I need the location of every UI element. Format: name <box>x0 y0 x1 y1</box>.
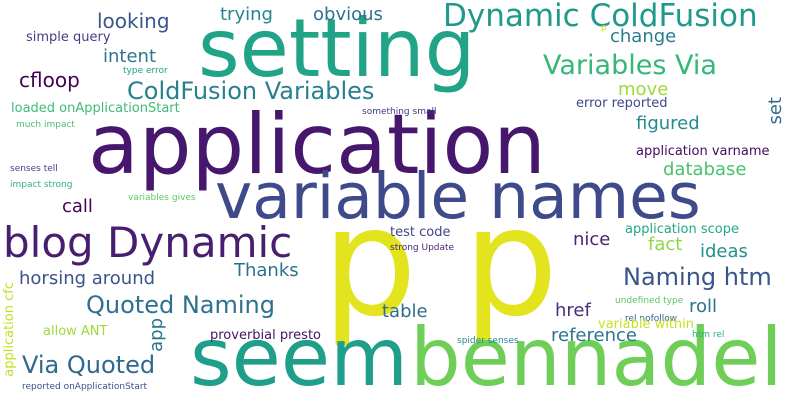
word-cloud: p p application seem bennadel setting va… <box>0 0 800 400</box>
word-href: href <box>555 300 591 321</box>
word-set: set <box>765 97 786 125</box>
word-type-error: type error <box>123 66 168 76</box>
word-error-reported: error reported <box>576 96 668 111</box>
word-via-quoted: Via Quoted <box>22 351 156 379</box>
word-senses-tell: senses tell <box>10 164 58 174</box>
word-reported-onapplicationstart: reported onApplicationStart <box>22 382 148 392</box>
word-change: change <box>610 26 677 47</box>
word-ideas: ideas <box>700 241 748 262</box>
word-intent: intent <box>103 46 157 67</box>
word-blog-dynamic: blog Dynamic <box>3 218 293 267</box>
word-loaded-onapplicationstart: loaded onApplicationStart <box>11 101 180 116</box>
word-proverbial-presto: proverbial presto <box>210 328 322 343</box>
word-roll: roll <box>689 296 718 317</box>
word-something-small: something small <box>362 107 437 117</box>
word-naming-htm: Naming htm <box>623 263 772 291</box>
word-p-small: p <box>601 23 607 33</box>
word-quoted-naming: Quoted Naming <box>86 291 275 319</box>
word-application-cfc: application cfc <box>2 282 17 377</box>
word-variables-gives: variables gives <box>128 193 196 203</box>
word-spider-senses: spider senses <box>457 336 519 346</box>
word-variables-via: Variables Via <box>543 50 717 81</box>
word-much-impact: much impact <box>16 120 75 130</box>
word-table: table <box>382 301 428 322</box>
word-allow-ant: allow ANT <box>43 324 108 339</box>
word-obvious: obvious <box>313 4 383 25</box>
word-application-scope: application scope <box>625 222 739 237</box>
word-database: database <box>663 159 747 180</box>
word-horsing-around: horsing around <box>19 268 156 289</box>
word-nice: nice <box>573 229 611 250</box>
word-impact-strong: impact strong <box>10 180 73 190</box>
word-test-code: test code <box>390 225 451 240</box>
word-call: call <box>62 196 93 217</box>
word-coldfusion-variables: ColdFusion Variables <box>127 77 375 105</box>
word-application-varname: application varname <box>636 144 770 159</box>
word-strong-update: strong Update <box>390 243 455 253</box>
word-thanks: Thanks <box>234 260 299 281</box>
word-looking: looking <box>97 9 170 33</box>
word-fact: fact <box>648 234 683 255</box>
word-trying: trying <box>220 4 273 25</box>
word-cfloop: cfloop <box>19 68 80 92</box>
word-undefined-type: undefined type <box>615 296 684 306</box>
word-app: app <box>146 318 167 352</box>
word-variable-within: variable within <box>598 317 695 332</box>
word-htm-rel: htm rel <box>692 330 725 340</box>
word-simple-query: simple query <box>26 30 111 45</box>
word-figured: figured <box>636 113 700 134</box>
